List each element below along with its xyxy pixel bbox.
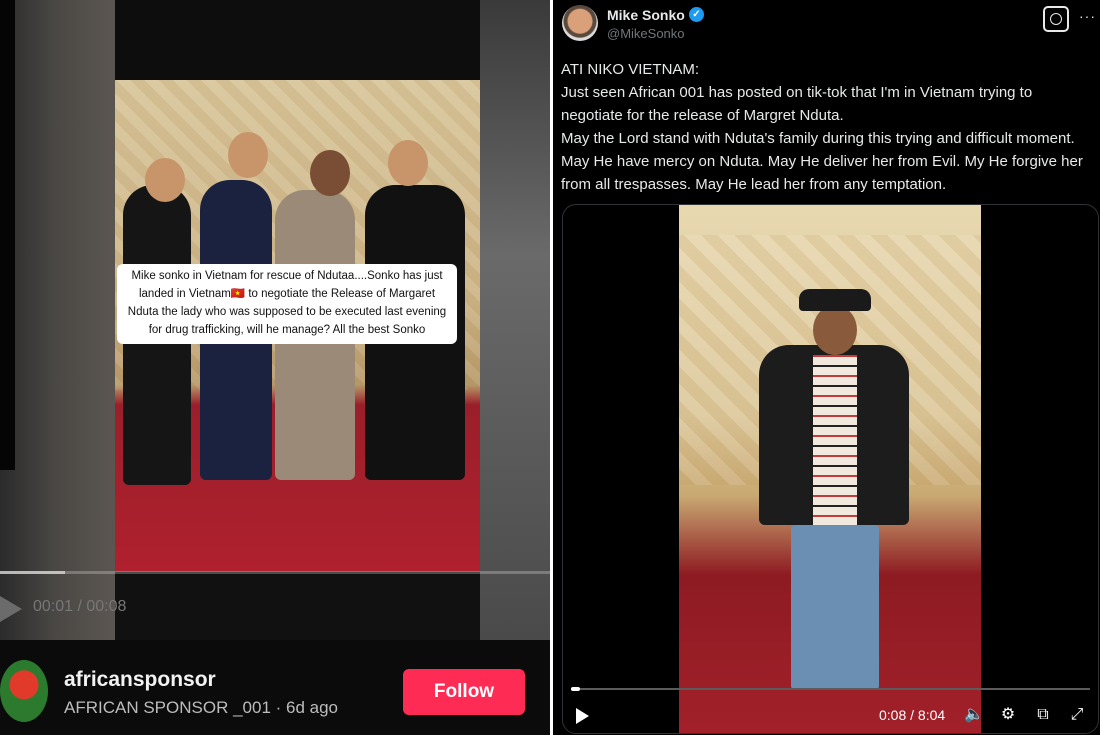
avatar[interactable]: [562, 5, 598, 41]
verified-badge-icon: ✓: [689, 7, 704, 22]
tweet-text: ATI NIKO VIETNAM: Just seen African 001 …: [561, 61, 1083, 193]
volume-icon[interactable]: 🔈: [964, 705, 984, 725]
play-icon[interactable]: [576, 708, 589, 724]
person-head: [228, 132, 268, 178]
person-head: [310, 150, 350, 196]
man-hat: [799, 289, 871, 311]
tiktok-panel: Mike sonko in Vietnam for rescue of Ndut…: [0, 0, 550, 735]
tweet-panel: Mike Sonko ✓ @MikeSonko ··· ATI NIKO VIE…: [553, 0, 1100, 735]
username[interactable]: africansponsor: [64, 668, 216, 692]
man-plaid-shirt: [813, 355, 857, 525]
more-icon[interactable]: ···: [1079, 8, 1096, 24]
man-head: [813, 305, 857, 355]
tiktok-progress-bar[interactable]: [0, 571, 550, 574]
person-head: [388, 140, 428, 186]
user-handle[interactable]: @MikeSonko: [607, 26, 685, 41]
video-progress-fill[interactable]: [571, 687, 580, 691]
video-time: 0:08 / 8:04: [879, 707, 946, 723]
blur-right-strip: [480, 0, 550, 640]
dark-top-band: [115, 0, 480, 80]
man-jeans: [791, 525, 879, 690]
settings-icon[interactable]: ⚙: [998, 705, 1018, 725]
video-progress-bar[interactable]: [571, 687, 1090, 691]
tiktok-caption: Mike sonko in Vietnam for rescue of Ndut…: [117, 264, 457, 344]
tiktok-time: 00:01 / 00:08: [33, 598, 127, 615]
dark-edge: [0, 0, 15, 470]
dark-bottom-band: [115, 572, 480, 640]
user-subline: AFRICAN SPONSOR _001 · 6d ago: [64, 698, 339, 717]
fullscreen-icon[interactable]: ⤢: [1067, 705, 1087, 725]
tweet-video[interactable]: 0:08 / 8:04 🔈 ⚙ ⧉ ⤢: [562, 204, 1099, 734]
person-head: [145, 158, 185, 202]
tiktok-progress-fill: [0, 571, 65, 574]
pip-icon[interactable]: ⧉: [1033, 705, 1053, 725]
play-icon[interactable]: [0, 596, 22, 622]
avatar[interactable]: [0, 660, 48, 722]
display-name[interactable]: Mike Sonko: [607, 7, 685, 23]
grok-icon[interactable]: [1043, 6, 1069, 32]
follow-button[interactable]: Follow: [403, 669, 525, 715]
